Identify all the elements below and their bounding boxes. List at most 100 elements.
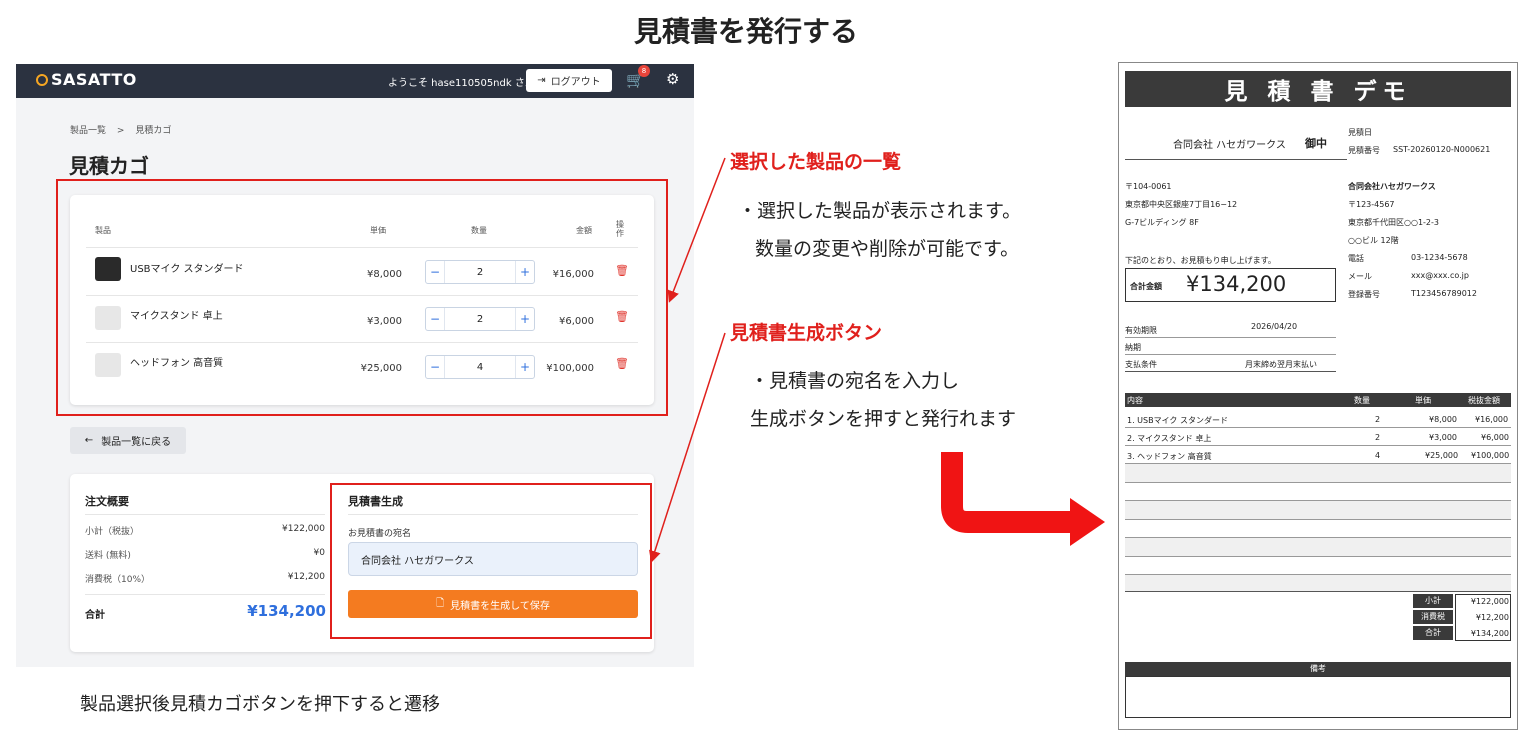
shipping-value: ¥0 xyxy=(313,548,325,558)
divider xyxy=(1125,591,1511,592)
item-unit: ¥25,000 xyxy=(1425,451,1459,460)
subtotal-label: 小計（税抜） xyxy=(85,527,140,537)
total-label: 合計 xyxy=(85,610,105,621)
doc-sum-label: 合計 xyxy=(1413,626,1453,640)
annotation-title: 選択した製品の一覧 xyxy=(730,151,902,173)
order-summary-title: 注文概要 xyxy=(85,495,129,508)
col-qty: 数量 xyxy=(1354,396,1370,405)
doc-number-label: 見積番号 xyxy=(1348,146,1380,155)
gear-icon[interactable]: ⚙ xyxy=(666,70,679,88)
tax-label: 消費税（10%） xyxy=(85,575,151,585)
tel: 03-1234-5678 xyxy=(1411,253,1468,262)
divider xyxy=(1125,354,1336,355)
reg-label: 登録番号 xyxy=(1348,290,1380,299)
issuer-zip: 〒123-4567 xyxy=(1348,200,1395,209)
breadcrumb-current: 見積カゴ xyxy=(135,126,172,136)
blank-row xyxy=(1125,538,1511,556)
divider xyxy=(1125,337,1336,338)
breadcrumb: 製品一覧 > 見積カゴ xyxy=(70,123,171,136)
flow-arrow-head xyxy=(1070,498,1105,546)
client-zip: 〒104-0061 xyxy=(1125,182,1172,191)
delivery-label: 納期 xyxy=(1125,343,1141,352)
notes-box xyxy=(1125,676,1511,718)
item-unit: ¥8,000 xyxy=(1429,415,1457,424)
doc-title: 見 積 書 デモ xyxy=(1125,71,1511,107)
caption: 製品選択後見積カゴボタンを押下すると遷移 xyxy=(80,694,440,715)
item-qty: 2 xyxy=(1375,415,1381,424)
logout-icon: ⇥ xyxy=(537,75,546,86)
flow-arrow xyxy=(941,452,1078,533)
doc-total-label: 合計金額 xyxy=(1130,282,1162,291)
items-header: 内容 数量 単価 税抜金額 xyxy=(1125,393,1511,407)
annotation-text: ・選択した製品が表示されます。 xyxy=(738,200,1022,222)
col-unit: 単価 xyxy=(1415,396,1431,405)
notes-header: 備考 xyxy=(1125,662,1511,676)
item-qty: 4 xyxy=(1375,451,1381,460)
payment-value: 月末締め翌月末払い xyxy=(1245,360,1317,369)
item-name: 3. ヘッドフォン 高音質 xyxy=(1127,452,1212,461)
doc-recipient: 合同会社 ハセガワークス xyxy=(1173,140,1286,151)
divider xyxy=(1125,371,1336,372)
item-amount: ¥6,000 xyxy=(1481,433,1509,442)
tax-value: ¥12,200 xyxy=(287,572,325,582)
app-header: SASATTO ようこそ hase110505ndk さん ⇥ ログアウト 🛒 8… xyxy=(16,64,694,98)
logo-ring-icon xyxy=(36,73,48,86)
annotation-text: 数量の変更や削除が可能です。 xyxy=(755,238,1020,260)
valid-value: 2026/04/20 xyxy=(1251,322,1298,331)
doc-totals-box xyxy=(1455,594,1511,641)
doc-date-label: 見積日 xyxy=(1348,128,1372,137)
blank-row xyxy=(1125,575,1511,591)
main-title: 見積書を発行する xyxy=(633,15,858,48)
doc-tax-label: 消費税 xyxy=(1413,610,1453,624)
annotation-title: 見積書生成ボタン xyxy=(730,322,883,344)
blank-row xyxy=(1125,464,1511,482)
logout-label: ログアウト xyxy=(550,77,601,88)
welcome-text: ようこそ hase110505ndk さん xyxy=(388,78,535,89)
breadcrumb-root[interactable]: 製品一覧 xyxy=(70,126,106,136)
issuer-name: 合同会社ハセガワークス xyxy=(1348,182,1436,191)
doc-number: SST-20260120-N000621 xyxy=(1393,145,1491,154)
connector-line xyxy=(649,332,726,563)
issuer-address: ○○ビル 12階 xyxy=(1348,236,1399,245)
item-amount: ¥100,000 xyxy=(1471,451,1510,460)
annotation-text: ・見積書の宛名を入力し xyxy=(750,370,960,392)
divider xyxy=(1125,427,1511,428)
logo[interactable]: SASATTO xyxy=(36,70,137,89)
divider xyxy=(85,594,325,595)
doc-total: ¥134,200 xyxy=(1186,272,1287,296)
doc-total-box: 合計金額 ¥134,200 xyxy=(1125,268,1336,302)
doc-subtotal-label: 小計 xyxy=(1413,594,1453,608)
client-address: G-7ビルディング 8F xyxy=(1125,218,1199,227)
divider xyxy=(1125,556,1511,557)
breadcrumb-separator: > xyxy=(116,126,125,136)
col-content: 内容 xyxy=(1127,396,1143,405)
connector-line xyxy=(667,157,726,303)
logout-button[interactable]: ⇥ ログアウト xyxy=(526,69,612,92)
arrow-left-icon: ← xyxy=(84,435,94,446)
quote-document: 見 積 書 デモ 合同会社 ハセガワークス 御中 見積日 見積番号 SST-20… xyxy=(1118,62,1518,730)
shipping-label: 送料 (無料) xyxy=(85,551,131,561)
divider xyxy=(1125,159,1347,160)
client-address: 東京都中央区銀座7丁目16−12 xyxy=(1125,200,1238,209)
tel-label: 電話 xyxy=(1348,254,1364,263)
payment-label: 支払条件 xyxy=(1125,360,1157,369)
issuer-address: 東京都千代田区○○1-2-3 xyxy=(1348,218,1440,227)
mail-label: メール xyxy=(1348,272,1372,281)
blank-row xyxy=(1125,501,1511,519)
valid-label: 有効期限 xyxy=(1125,326,1157,335)
item-unit: ¥3,000 xyxy=(1429,433,1457,442)
highlight-cart-table xyxy=(56,179,668,416)
doc-intro: 下記のとおり、お見積もり申し上げます。 xyxy=(1125,256,1276,265)
back-label: 製品一覧に戻る xyxy=(101,437,172,448)
doc-honorific: 御中 xyxy=(1305,137,1327,150)
item-name: 2. マイクスタンド 卓上 xyxy=(1127,434,1212,443)
item-amount: ¥16,000 xyxy=(1475,415,1509,424)
divider xyxy=(85,514,325,515)
total-value: ¥134,200 xyxy=(247,602,326,620)
item-name: 1. USBマイク スタンダード xyxy=(1127,416,1228,425)
back-to-products-button[interactable]: ← 製品一覧に戻る xyxy=(70,427,186,454)
annotation-text: 生成ボタンを押すと発行れます xyxy=(750,408,1017,430)
subtotal-value: ¥122,000 xyxy=(282,524,325,534)
reg: T123456789012 xyxy=(1411,289,1477,298)
page-title: 見積カゴ xyxy=(69,154,149,178)
